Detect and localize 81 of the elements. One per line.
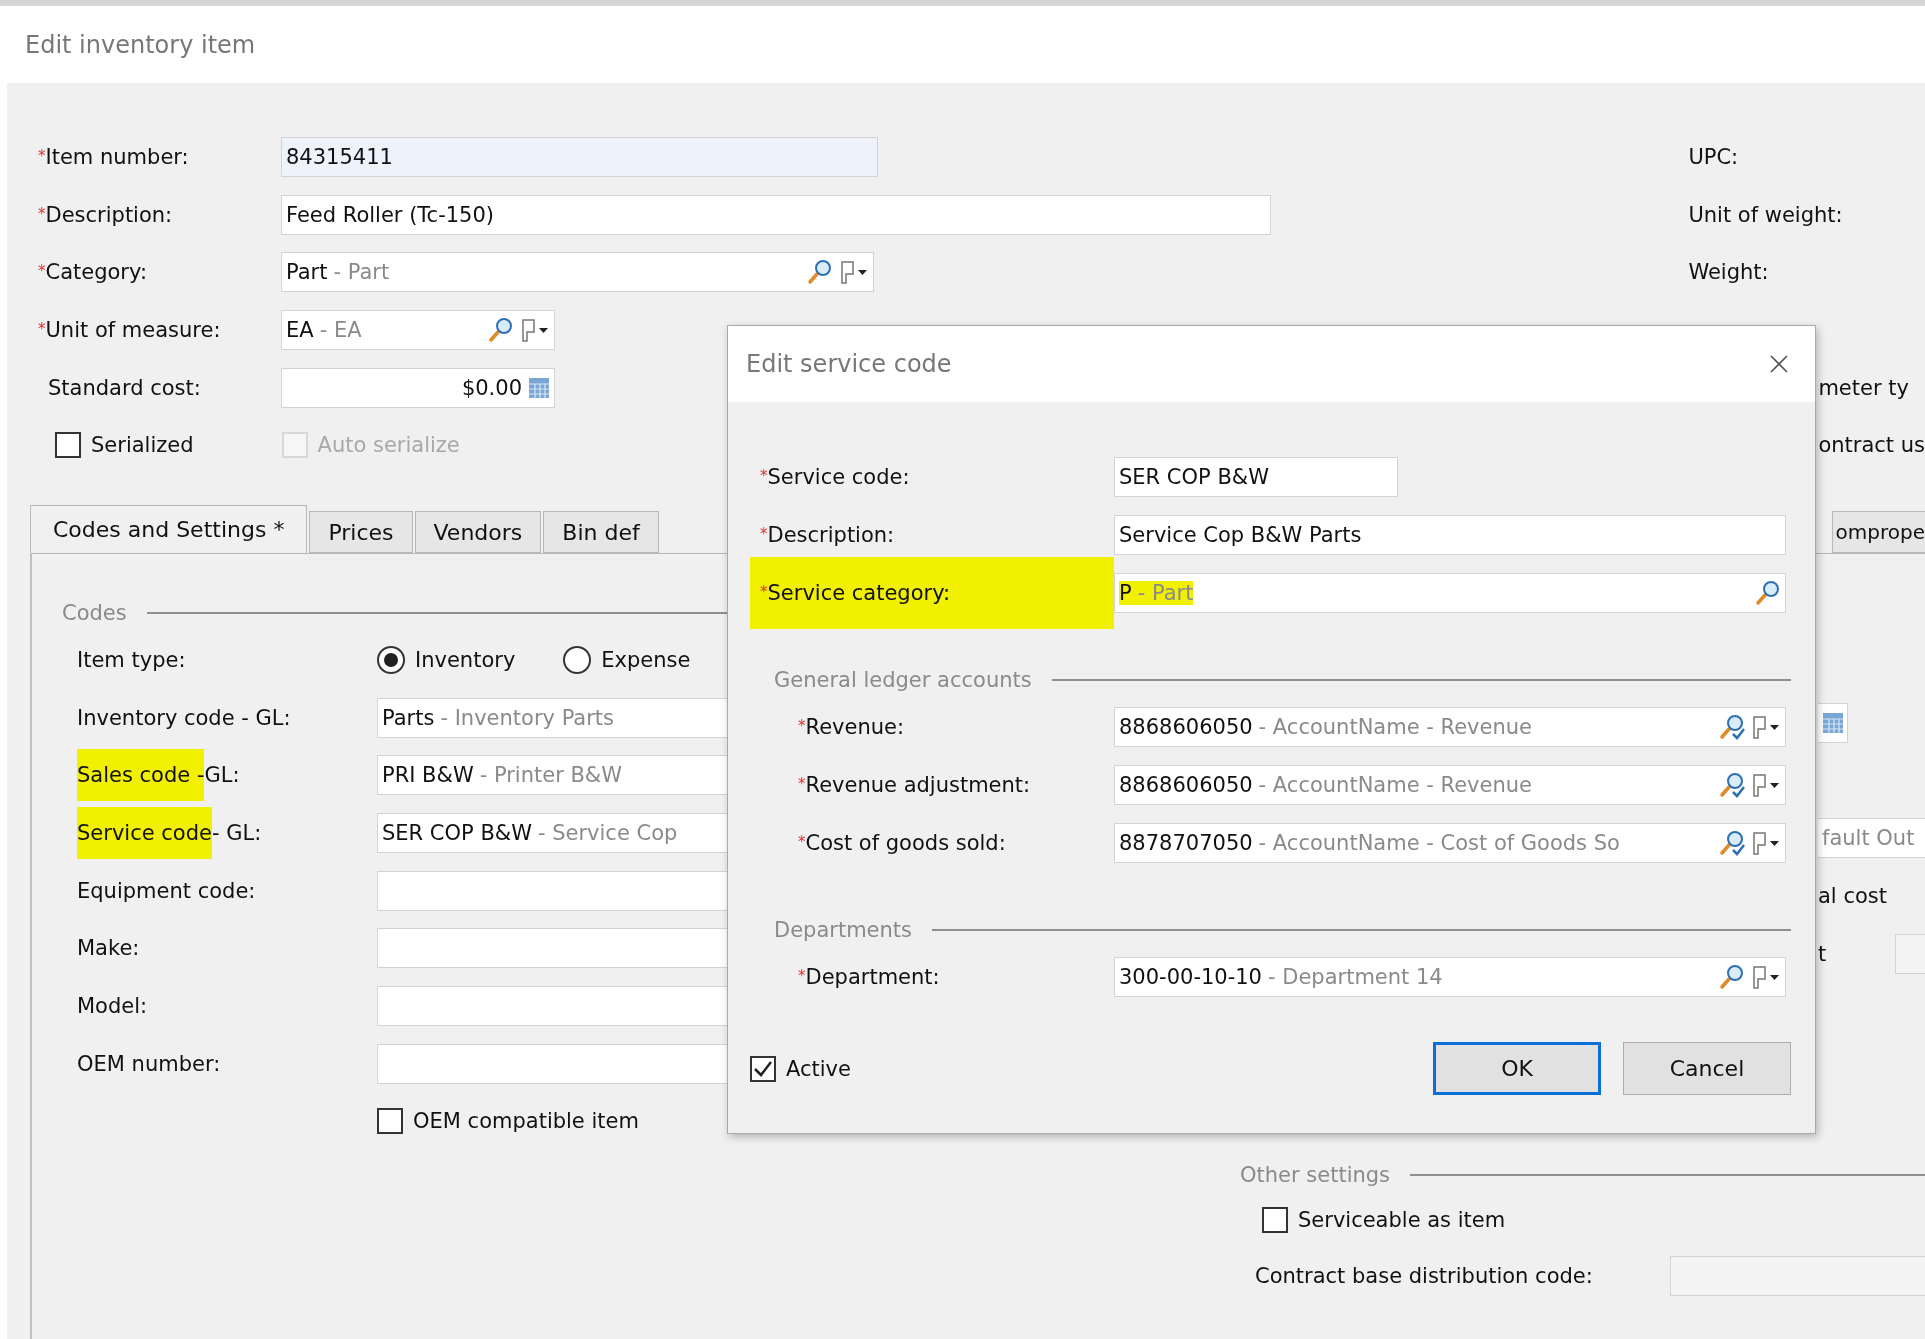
- checkbox-label: Serviceable as item: [1298, 1208, 1506, 1233]
- field-label: *Description:: [759, 523, 896, 547]
- group-title: Other settings: [1240, 1163, 1391, 1188]
- field-label: t: [1818, 941, 1827, 966]
- field-label: Unit of weight:: [1688, 202, 1843, 227]
- field-label: *Category:: [38, 260, 148, 285]
- flag-dropdown-icon[interactable]: [1751, 964, 1781, 990]
- tab[interactable]: Bin def: [543, 511, 659, 553]
- checkbox[interactable]: [1262, 1207, 1288, 1234]
- lookup-field[interactable]: EA - EA: [281, 309, 555, 350]
- tab[interactable]: omprope: [1831, 511, 1925, 553]
- flag-dropdown-icon[interactable]: [520, 316, 550, 343]
- input-field[interactable]: [1895, 933, 1925, 974]
- field-label: Standard cost:: [47, 375, 202, 400]
- search-icon[interactable]: [488, 316, 514, 343]
- lookup-field[interactable]: 8868606050 - AccountName - Revenue: [1114, 765, 1786, 805]
- flag-dropdown-icon[interactable]: [1751, 714, 1781, 740]
- field-label: Make:: [77, 936, 141, 961]
- input-field[interactable]: Feed Roller (Tc-150): [281, 194, 1271, 235]
- search-check-icon[interactable]: [1719, 714, 1745, 740]
- page-title: Edit inventory item: [25, 30, 256, 59]
- field-label: Service code- GL:: [77, 806, 377, 859]
- group-title: Codes: [62, 601, 127, 625]
- field-label: meter ty: [1817, 375, 1909, 400]
- field-label: *Service category:: [750, 557, 1114, 629]
- field-label: Sales code -GL:: [77, 749, 377, 802]
- ok-button[interactable]: OK: [1433, 1042, 1601, 1095]
- calculator-icon[interactable]: [1821, 711, 1844, 734]
- flag-dropdown-icon[interactable]: [1751, 830, 1781, 856]
- input-field[interactable]: [1670, 1256, 1925, 1297]
- date-field[interactable]: [1818, 702, 1848, 743]
- checkbox-label: OEM compatible item: [413, 1109, 639, 1134]
- input-field[interactable]: SER COP B&W: [1114, 457, 1398, 497]
- checkbox[interactable]: [750, 1055, 776, 1082]
- search-check-icon[interactable]: [1719, 772, 1745, 798]
- amount-field[interactable]: $0.00: [281, 367, 555, 408]
- field-label: al cost: [1818, 883, 1887, 908]
- radio-button[interactable]: [377, 645, 405, 674]
- lookup-field[interactable]: P - Part: [1114, 573, 1786, 613]
- field-label: OEM number:: [77, 1051, 222, 1076]
- checkbox[interactable]: [377, 1108, 403, 1135]
- field-label: Weight:: [1688, 260, 1769, 285]
- field-label: Model:: [77, 993, 149, 1018]
- field-label: Equipment code:: [77, 878, 257, 903]
- field-label: *Department:: [797, 965, 941, 989]
- lookup-field[interactable]: 8868606050 - AccountName - Revenue: [1114, 707, 1786, 747]
- checkbox-label: Serialized: [91, 433, 194, 458]
- input-field[interactable]: Service Cop B&W Parts: [1114, 515, 1786, 555]
- field-label: ontract us: [1817, 433, 1925, 458]
- lookup-field[interactable]: 8878707050 - AccountName - Cost of Goods So: [1114, 823, 1786, 863]
- cancel-button[interactable]: Cancel: [1623, 1042, 1791, 1095]
- lookup-field[interactable]: Part - Part: [281, 252, 874, 293]
- field-label: UPC:: [1688, 144, 1739, 169]
- field-label: *Unit of measure:: [38, 317, 222, 342]
- tab[interactable]: Prices: [309, 511, 413, 553]
- dialog-title: Edit service code: [746, 350, 952, 378]
- tab[interactable]: Vendors: [414, 511, 542, 553]
- radio-button[interactable]: [563, 645, 592, 674]
- field-label: *Service code:: [759, 465, 911, 489]
- field-label: Contract base distribution code:: [1255, 1264, 1594, 1289]
- radio-label: Inventory: [415, 647, 516, 672]
- search-icon[interactable]: [1719, 964, 1745, 990]
- flag-dropdown-icon[interactable]: [839, 259, 869, 286]
- field-label: Inventory code - GL:: [77, 705, 292, 730]
- field-label: *Description:: [38, 202, 174, 227]
- field-label: *Item number:: [38, 144, 190, 169]
- checkbox-label: Active: [786, 1056, 851, 1081]
- calculator-icon[interactable]: [528, 376, 550, 399]
- tab[interactable]: Codes and Settings *: [30, 505, 308, 553]
- checkbox[interactable]: [55, 432, 81, 459]
- search-check-icon[interactable]: [1719, 830, 1745, 856]
- checkbox-label: Auto serialize: [317, 433, 460, 458]
- search-icon[interactable]: [807, 259, 833, 286]
- radio-label: Expense: [601, 647, 691, 672]
- group-title: General ledger accounts: [774, 668, 1032, 692]
- group-title: Departments: [774, 918, 913, 942]
- field-label: Item type:: [77, 647, 187, 672]
- input-field[interactable]: 84315411: [281, 136, 878, 177]
- flag-dropdown-icon[interactable]: [1751, 772, 1781, 798]
- lookup-field[interactable]: 300-00-10-10 - Department 14: [1114, 957, 1786, 997]
- search-icon[interactable]: [1755, 580, 1781, 606]
